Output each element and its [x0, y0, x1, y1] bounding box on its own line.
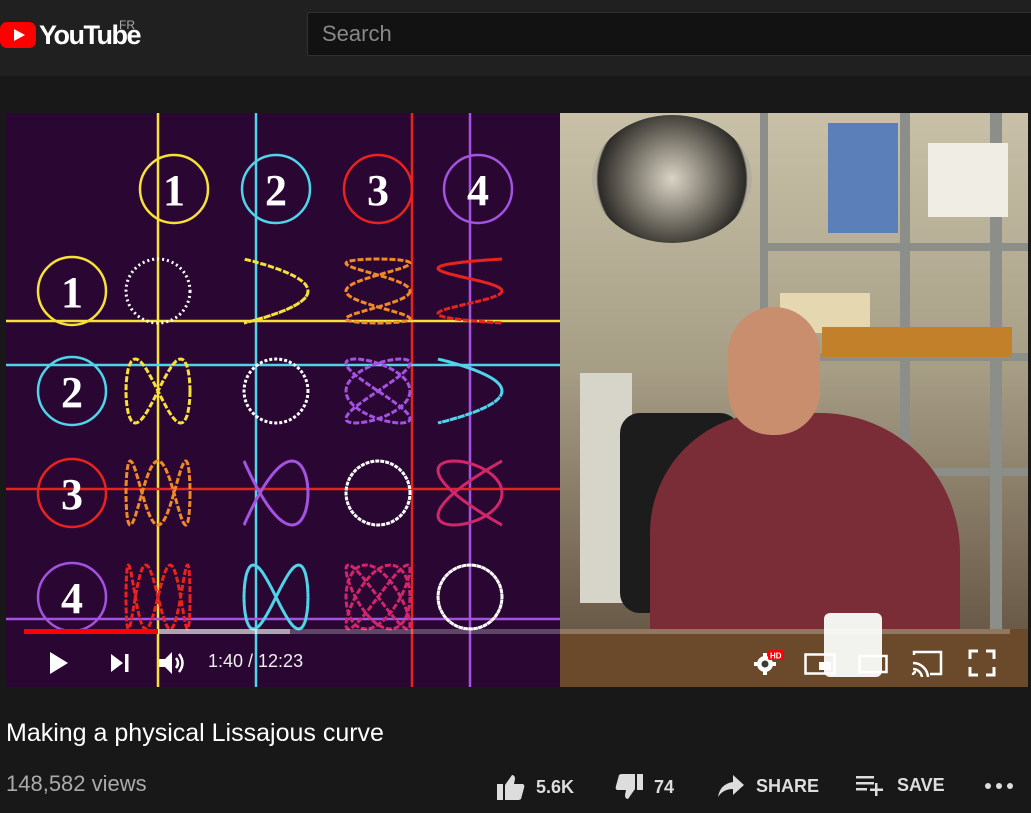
wall-artwork — [592, 115, 752, 243]
cast-button[interactable] — [910, 649, 944, 681]
like-count: 5.6K — [536, 776, 575, 797]
lissajous-grid: 1 2 3 4 1 2 3 4 — [6, 113, 560, 687]
like-button[interactable]: 5.6K — [496, 773, 574, 801]
more-actions-button[interactable] — [984, 781, 1024, 791]
volume-button[interactable] — [158, 650, 188, 680]
frequency-label-top: 3 — [367, 166, 389, 215]
skip-next-icon — [111, 654, 129, 672]
gear-icon: HD — [754, 650, 784, 675]
country-code: FR — [119, 18, 135, 32]
fullscreen-icon — [968, 649, 996, 677]
frequency-label-top: 1 — [163, 166, 185, 215]
presenter-head — [728, 307, 820, 435]
frequency-label-left: 1 — [61, 268, 83, 317]
desk — [560, 629, 1028, 687]
youtube-play-icon — [0, 22, 36, 48]
youtube-logo[interactable]: YouTube FR — [0, 18, 141, 50]
theater-mode-button[interactable] — [858, 653, 888, 679]
video-title: Making a physical Lissajous curve — [6, 719, 384, 747]
lissajous-curve — [242, 357, 310, 425]
progress-bar[interactable] — [24, 629, 1010, 634]
play-button[interactable] — [48, 651, 70, 679]
cast-icon — [911, 650, 943, 679]
presenter-video-frame — [560, 113, 1028, 687]
frequency-label-left: 2 — [61, 368, 83, 417]
fullscreen-button[interactable] — [968, 649, 996, 681]
lissajous-curve — [344, 459, 412, 527]
miniplayer-button[interactable] — [804, 653, 836, 679]
search-input[interactable] — [308, 13, 1031, 55]
frequency-label-top: 2 — [265, 166, 287, 215]
hd-badge: HD — [770, 652, 782, 661]
lissajous-curve — [344, 257, 412, 325]
dislike-button[interactable]: 74 — [614, 773, 674, 801]
thumbs-down-icon — [615, 774, 643, 799]
theater-mode-icon — [858, 654, 888, 674]
miniplayer-icon — [804, 653, 836, 675]
frequency-label-left: 4 — [61, 574, 83, 623]
frequency-label-top: 4 — [467, 166, 489, 215]
play-icon — [50, 652, 68, 674]
dislike-count: 74 — [654, 776, 675, 797]
save-label: SAVE — [897, 774, 945, 795]
lissajous-curve — [242, 459, 310, 527]
settings-button[interactable]: HD — [752, 649, 784, 681]
share-button[interactable]: SHARE — [716, 773, 819, 799]
share-label: SHARE — [756, 775, 820, 796]
lissajous-animation: 1 2 3 4 1 2 3 4 — [6, 113, 560, 687]
share-icon — [718, 775, 744, 797]
time-display: 1:40 / 12:23 — [208, 651, 304, 671]
lissajous-curve — [243, 257, 310, 325]
progress-played — [24, 629, 159, 634]
view-count: 148,582 views — [6, 771, 147, 796]
thumbs-up-icon — [497, 775, 525, 800]
add-to-playlist-icon — [856, 776, 883, 796]
more-horizontal-icon — [985, 783, 1013, 789]
save-button[interactable]: SAVE — [855, 773, 945, 797]
masthead: YouTube FR — [0, 0, 1031, 76]
volume-icon — [159, 652, 184, 674]
video-player[interactable]: 1 2 3 4 1 2 3 4 1:40 / 12:23 HD — [6, 113, 1028, 687]
search-box[interactable] — [307, 12, 1031, 56]
frequency-label-left: 3 — [61, 470, 83, 519]
next-button[interactable] — [110, 653, 130, 677]
lissajous-curve — [344, 357, 412, 425]
